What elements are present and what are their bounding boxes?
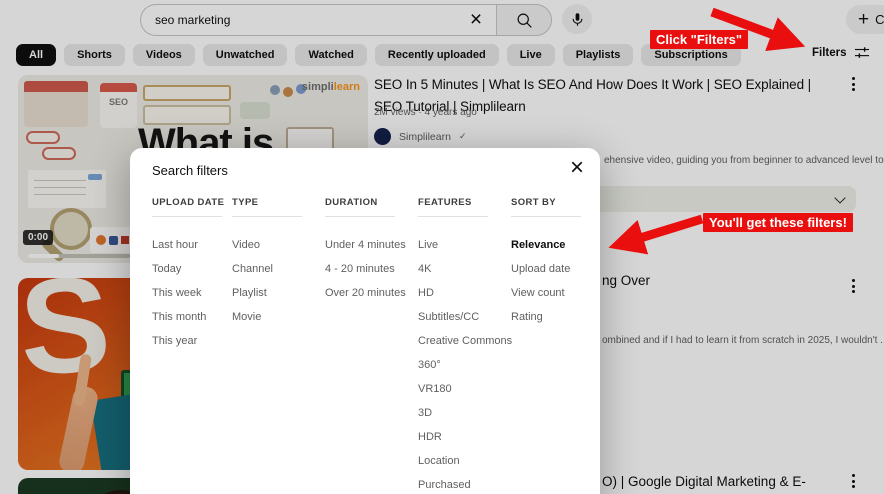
- column-divider: [511, 216, 581, 217]
- filter-column-features: FEATURES Live 4K HD Subtitles/CC Creativ…: [418, 188, 514, 494]
- filter-option-video[interactable]: Video: [232, 233, 328, 257]
- filter-column-type: TYPE Video Channel Playlist Movie: [232, 188, 328, 329]
- filter-column-header: TYPE: [232, 188, 328, 216]
- filter-option-purchased[interactable]: Purchased: [418, 473, 514, 494]
- filter-option-4k[interactable]: 4K: [418, 257, 514, 281]
- filter-column-header: FEATURES: [418, 188, 514, 216]
- filter-option-hd[interactable]: HD: [418, 281, 514, 305]
- filter-option-over-20-minutes[interactable]: Over 20 minutes: [325, 281, 421, 305]
- sort-option-rating[interactable]: Rating: [511, 305, 607, 329]
- filter-option-hdr[interactable]: HDR: [418, 425, 514, 449]
- filter-column-header: DURATION: [325, 188, 421, 216]
- column-divider: [418, 216, 488, 217]
- filter-option-4-20-minutes[interactable]: 4 - 20 minutes: [325, 257, 421, 281]
- filter-option-this-year[interactable]: This year: [152, 329, 248, 353]
- filter-option-under-4-minutes[interactable]: Under 4 minutes: [325, 233, 421, 257]
- filter-option-creative-commons[interactable]: Creative Commons: [418, 329, 514, 353]
- youtube-search-page: × + C All Shorts Videos Unwatched Watche…: [0, 0, 884, 494]
- filter-option-movie[interactable]: Movie: [232, 305, 328, 329]
- close-icon[interactable]: ×: [568, 154, 586, 182]
- dialog-title: Search filters: [152, 163, 228, 178]
- sort-option-view-count[interactable]: View count: [511, 281, 607, 305]
- sort-option-relevance[interactable]: Relevance: [511, 233, 607, 257]
- filter-option-location[interactable]: Location: [418, 449, 514, 473]
- sort-option-upload-date[interactable]: Upload date: [511, 257, 607, 281]
- filter-column-sort-by: SORT BY Relevance Upload date View count…: [511, 188, 607, 329]
- filter-option-live[interactable]: Live: [418, 233, 514, 257]
- column-divider: [232, 216, 302, 217]
- filter-column-duration: DURATION Under 4 minutes 4 - 20 minutes …: [325, 188, 421, 305]
- column-divider: [152, 216, 222, 217]
- column-divider: [325, 216, 395, 217]
- filter-option-3d[interactable]: 3D: [418, 401, 514, 425]
- annotation-label-get-filters: You'll get these filters!: [703, 213, 853, 232]
- filter-column-header: SORT BY: [511, 188, 607, 216]
- filter-option-vr180[interactable]: VR180: [418, 377, 514, 401]
- annotation-label-click-filters: Click "Filters": [650, 30, 748, 49]
- filter-option-playlist[interactable]: Playlist: [232, 281, 328, 305]
- search-filters-dialog: Search filters × UPLOAD DATE Last hour T…: [130, 148, 600, 494]
- filter-option-subtitles-cc[interactable]: Subtitles/CC: [418, 305, 514, 329]
- filter-option-channel[interactable]: Channel: [232, 257, 328, 281]
- filter-option-360[interactable]: 360°: [418, 353, 514, 377]
